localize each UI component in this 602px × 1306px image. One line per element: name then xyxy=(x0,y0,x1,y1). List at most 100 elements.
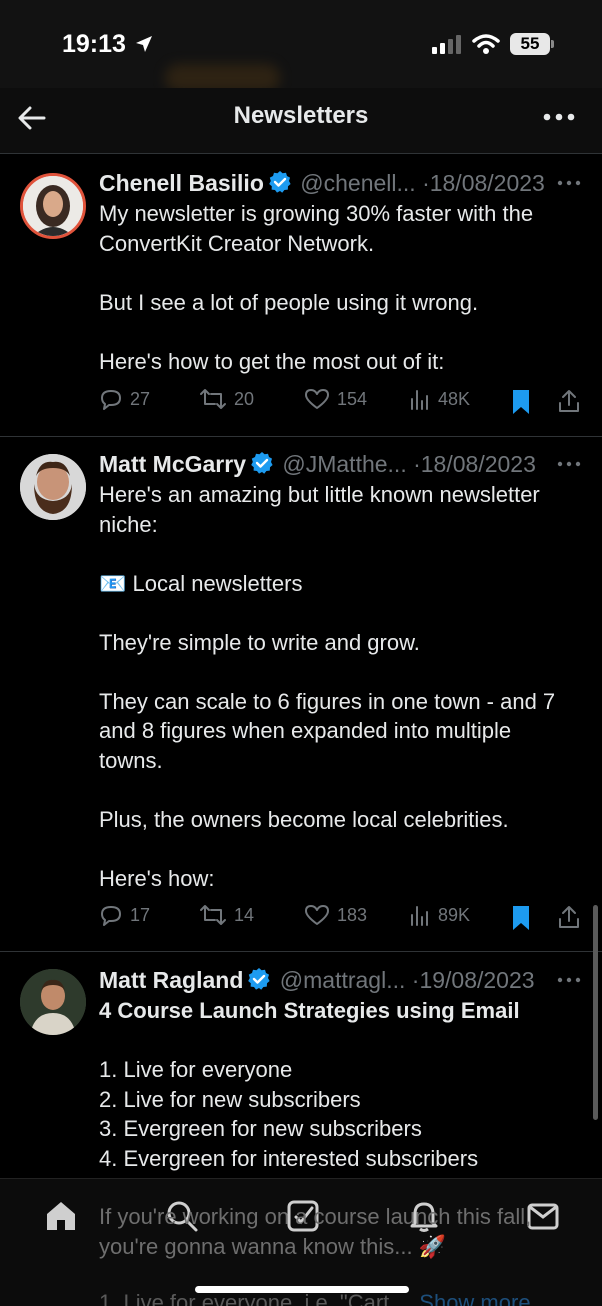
tweet-line: 📧 Local newsletters xyxy=(99,570,303,596)
tweet-line: Plus, the owners become local celebritie… xyxy=(99,806,509,832)
tweet-line: If you're working on a course launch thi… xyxy=(99,1204,532,1229)
author-name[interactable]: Chenell Basilio xyxy=(99,170,264,196)
tweet-date: ·19/08/2023 xyxy=(411,967,535,993)
avatar-portrait xyxy=(23,176,83,236)
retweet-button[interactable]: 20 xyxy=(199,387,254,411)
tweet-text: Here's an amazing but little known newsl… xyxy=(99,480,589,893)
heart-icon xyxy=(305,905,329,925)
tweet-line: ConvertKit Creator Network. xyxy=(99,230,375,256)
tweet-text: 4 Course Launch Strategies using Email 1… xyxy=(99,996,589,1173)
tweet-line: you're gonna wanna know this... 🚀 xyxy=(99,1234,447,1259)
verified-badge-icon xyxy=(248,968,270,990)
author-handle[interactable]: @mattragl... xyxy=(280,967,406,993)
retweet-icon xyxy=(200,389,226,409)
avatar-matt-ragland[interactable] xyxy=(20,969,86,1035)
home-indicator[interactable] xyxy=(195,1286,409,1293)
tweet-actions: 27 20 154 48K xyxy=(99,387,589,417)
avatar-matt-mcgarry[interactable] xyxy=(20,454,86,520)
like-count: 154 xyxy=(337,388,368,409)
views-button[interactable]: 48K xyxy=(409,387,470,411)
tweet-actions: 17 14 183 89K xyxy=(99,903,589,933)
tweet-line: towns. xyxy=(99,747,163,773)
heart-icon xyxy=(305,389,329,409)
like-button[interactable]: 154 xyxy=(304,387,367,411)
author-handle[interactable]: @JMatthe... xyxy=(282,451,406,477)
battery-indicator: 55 xyxy=(510,33,550,55)
scrollbar[interactable] xyxy=(593,905,598,1120)
retweet-count: 14 xyxy=(234,904,255,925)
tweet-line: 4. Evergreen for interested subscribers xyxy=(99,1145,479,1171)
tweet-line: Here's an amazing but little known newsl… xyxy=(99,482,540,507)
cellular-signal-icon xyxy=(432,35,461,54)
tweet-more-icon[interactable] xyxy=(557,974,581,986)
views-chart-icon xyxy=(411,390,428,410)
tweet-text-under-tabbar: If you're working on a course launch thi… xyxy=(99,1202,579,1262)
tweet-title-line: 4 Course Launch Strategies using Email xyxy=(99,998,520,1023)
tweet-date: ·18/08/2023 xyxy=(422,170,545,196)
like-count: 183 xyxy=(337,904,368,925)
show-more-link[interactable]: Show more xyxy=(419,1290,530,1306)
tweet-line: They can scale to 6 figures in one town … xyxy=(99,688,556,714)
verified-badge-icon xyxy=(251,452,273,474)
tweet-more-icon[interactable] xyxy=(557,177,581,189)
status-bar: 19:13 55 xyxy=(0,0,602,92)
tweet-line: They're simple to write and grow. xyxy=(99,629,420,655)
tweet-meta: Chenell Basilio @chenell... ·18/08/2023 xyxy=(99,170,545,197)
battery-nub xyxy=(551,40,554,48)
author-name[interactable]: Matt McGarry xyxy=(99,451,246,477)
tweet-meta: Matt McGarry @JMatthe... ·18/08/2023 xyxy=(99,451,536,478)
views-count: 48K xyxy=(438,388,471,409)
reply-button[interactable]: 17 xyxy=(99,903,150,927)
author-handle[interactable]: @chenell... xyxy=(300,170,415,196)
tweet-text: My newsletter is growing 30% faster with… xyxy=(99,199,589,376)
tweet-date: ·18/08/2023 xyxy=(413,451,536,477)
tweet-meta: Matt Ragland @mattragl... ·19/08/2023 xyxy=(99,967,535,994)
top-navigation-bar: Newsletters xyxy=(0,88,602,154)
reply-button[interactable]: 27 xyxy=(99,387,150,411)
more-options-icon[interactable] xyxy=(542,102,576,132)
views-chart-icon xyxy=(411,906,428,926)
reply-count: 17 xyxy=(130,904,151,925)
page-title: Newsletters xyxy=(233,102,369,129)
wifi-icon xyxy=(472,34,500,54)
avatar-portrait xyxy=(20,454,86,520)
tweet-line: Here's how to get the most out of it: xyxy=(99,348,445,374)
tweet-more-icon[interactable] xyxy=(557,458,581,470)
retweet-count: 20 xyxy=(234,388,255,409)
location-arrow-icon xyxy=(136,36,152,52)
home-icon[interactable] xyxy=(44,1199,78,1233)
tweet-line: niche: xyxy=(99,511,158,537)
tweet-line: 1. Live for everyone xyxy=(99,1057,293,1082)
bookmark-filled-icon[interactable] xyxy=(511,389,531,415)
bookmark-filled-icon[interactable] xyxy=(511,905,531,931)
share-icon[interactable] xyxy=(557,904,581,930)
views-button[interactable]: 89K xyxy=(409,903,470,927)
tweet-line: Here's how: xyxy=(99,865,215,891)
tweet-2[interactable]: Matt McGarry @JMatthe... ·18/08/2023 Her… xyxy=(0,437,602,952)
retweet-icon xyxy=(200,905,226,925)
share-icon[interactable] xyxy=(557,388,581,414)
status-time: 19:13 xyxy=(62,30,126,58)
verified-badge-icon xyxy=(269,171,291,193)
like-button[interactable]: 183 xyxy=(304,903,367,927)
avatar-portrait xyxy=(20,969,86,1035)
tweet-1[interactable]: Chenell Basilio @chenell... ·18/08/2023 … xyxy=(0,155,602,437)
tweet-line: But I see a lot of people using it wrong… xyxy=(99,289,479,315)
author-name[interactable]: Matt Ragland xyxy=(99,967,243,993)
reply-icon xyxy=(101,906,121,926)
reply-count: 27 xyxy=(130,388,151,409)
tweet-line: My newsletter is growing 30% faster with… xyxy=(99,201,534,226)
tweet-line: 3. Evergreen for new subscribers xyxy=(99,1116,422,1141)
views-count: 89K xyxy=(438,904,471,925)
avatar-chenell-basilio[interactable] xyxy=(20,173,86,239)
retweet-button[interactable]: 14 xyxy=(199,903,254,927)
reply-icon xyxy=(101,390,121,410)
